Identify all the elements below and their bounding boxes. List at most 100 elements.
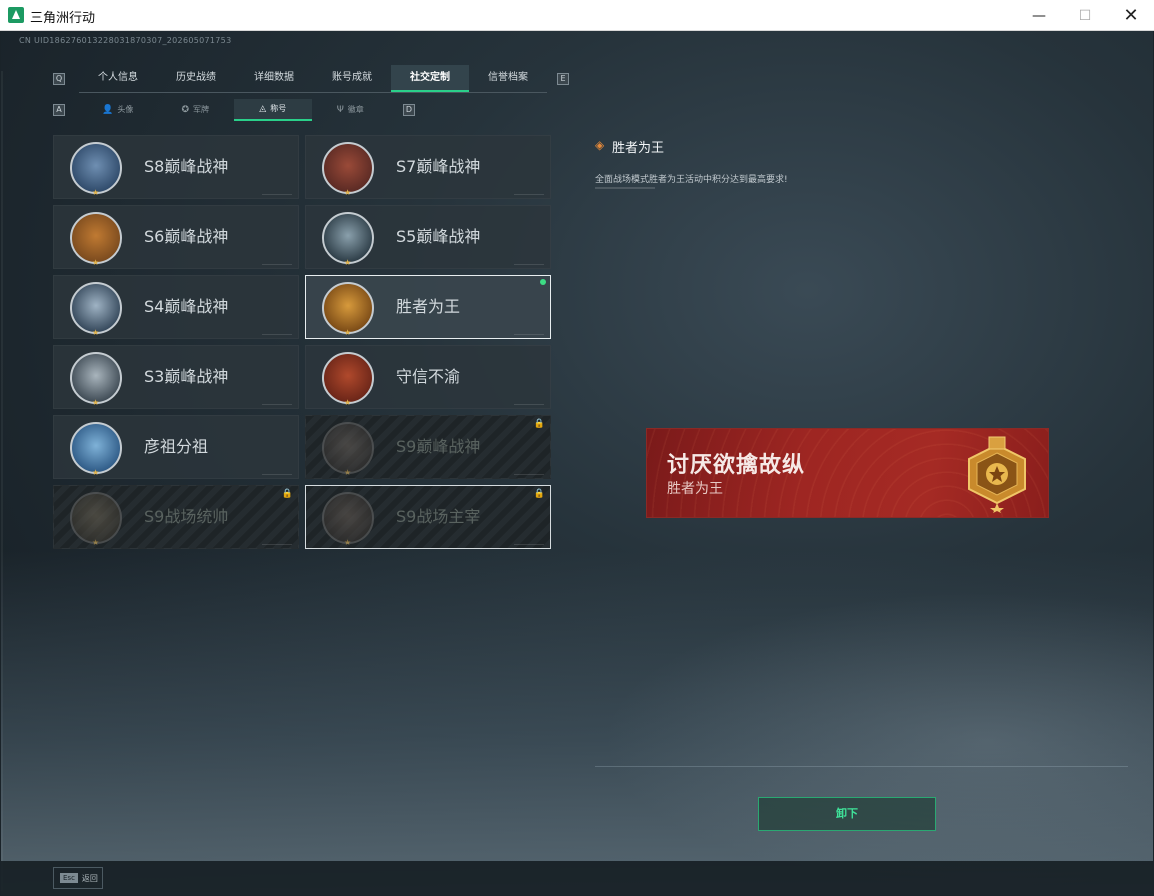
maximize-button[interactable]: ☐ (1062, 0, 1108, 31)
title-card[interactable]: ★ S9战场统帅 🔒 (53, 485, 299, 549)
badge-star-icon: ★ (92, 328, 100, 337)
detail-title: 胜者为王 (612, 141, 665, 156)
title-grid: ★ S8巅峰战神 ★ S7巅峰战神 ★ S6巅峰战神 ★ S5巅峰战神 ★ S4巅峰战神 ★ 胜者为王… (53, 135, 553, 551)
frame-line (1, 71, 3, 891)
window-titlebar: 三角洲行动 — ☐ ✕ (0, 0, 1154, 31)
card-corner-decoration (262, 544, 292, 545)
title-card-name: S9战场主宰 (396, 507, 481, 526)
detail-divider (595, 766, 1128, 767)
card-corner-decoration (514, 194, 544, 195)
s8-peak-badge-icon (70, 142, 122, 194)
title-card[interactable]: ★ 彦祖分祖 (53, 415, 299, 479)
background-fog-highlight (601, 591, 1153, 891)
badge-star-icon: ★ (92, 258, 100, 267)
tab-2[interactable]: 详细数据 (235, 65, 313, 92)
lock-icon: 🔒 (281, 489, 293, 499)
tab-1[interactable]: 历史战绩 (157, 65, 235, 92)
prev-tab-key-hint[interactable]: Q (53, 73, 65, 85)
subtab-label: 徽章 (347, 105, 364, 114)
tab-4[interactable]: 社交定制 (391, 65, 469, 92)
subtab-1[interactable]: ✪ 军牌 (157, 99, 235, 121)
s6-peak-badge-icon (70, 212, 122, 264)
esc-key-hint: Esc (60, 873, 78, 883)
main-tab-row: Q 个人信息 历史战绩 详细数据 账号成就 社交定制 信誉档案 E (53, 65, 573, 93)
close-button[interactable]: ✕ (1108, 0, 1154, 31)
card-corner-decoration (514, 544, 544, 545)
title-diamond-icon: ◈ (595, 138, 605, 152)
badge-star-icon: ★ (344, 328, 352, 337)
tab-5[interactable]: 信誉档案 (469, 65, 547, 92)
badge-star-icon: ★ (344, 468, 352, 477)
title-card[interactable]: ★ S4巅峰战神 (53, 275, 299, 339)
title-card-name: 胜者为王 (396, 297, 461, 316)
tab-0[interactable]: 个人信息 (79, 65, 157, 92)
yanzu-badge-icon (70, 422, 122, 474)
card-corner-decoration (514, 404, 544, 405)
s7-peak-badge-icon (322, 142, 374, 194)
title-card[interactable]: ★ S9战场主宰 🔒 (305, 485, 551, 549)
subtab-label: 称号 (270, 104, 287, 113)
badge-star-icon: ★ (344, 258, 352, 267)
card-corner-decoration (514, 334, 544, 335)
title-card-name: 守信不渝 (396, 367, 461, 386)
subtab-label: 头像 (117, 105, 134, 114)
back-button[interactable]: Esc 返回 (53, 867, 103, 889)
subtab-0[interactable]: 👤 头像 (79, 99, 157, 121)
app-logo-icon (8, 7, 24, 23)
unequip-button[interactable]: 卸下 (758, 797, 936, 831)
title-card-name: S8巅峰战神 (144, 157, 229, 176)
badge-star-icon: ★ (344, 538, 352, 547)
bottom-bar: Esc 返回 (1, 861, 1153, 895)
tab-3[interactable]: 账号成就 (313, 65, 391, 92)
badge-icon: Ψ (336, 105, 344, 115)
lock-icon: 🔒 (533, 419, 545, 429)
s3-peak-badge-icon (70, 352, 122, 404)
back-label: 返回 (81, 873, 98, 883)
main-tabs: 个人信息 历史战绩 详细数据 账号成就 社交定制 信誉档案 (79, 65, 547, 93)
s9-peak-badge-icon (322, 422, 374, 474)
nameplate-player-name: 讨厌欲擒故纵 (667, 453, 806, 478)
title-card[interactable]: ★ S6巅峰战神 (53, 205, 299, 269)
card-corner-decoration (514, 264, 544, 265)
subtab-label: 军牌 (193, 105, 210, 114)
title-card-name: S4巅峰战神 (144, 297, 229, 316)
card-corner-decoration (262, 334, 292, 335)
nameplate-title: 胜者为王 (667, 481, 723, 497)
prev-subtab-key-hint[interactable]: A (53, 104, 65, 116)
title-card[interactable]: ★ S5巅峰战神 (305, 205, 551, 269)
next-tab-key-hint[interactable]: E (557, 73, 569, 85)
lock-icon: 🔒 (533, 489, 545, 499)
badge-star-icon: ★ (92, 538, 100, 547)
winner-medal-icon (968, 436, 1026, 513)
sub-tabs: 👤 头像 ✪ 军牌 ◬ 称号 Ψ 徽章 (79, 99, 389, 121)
s9-dominator-badge-icon (322, 492, 374, 544)
window-title: 三角洲行动 (30, 11, 96, 26)
person-icon: 👤 (102, 105, 114, 115)
minimize-button[interactable]: — (1016, 0, 1062, 31)
badge-star-icon: ★ (92, 398, 100, 407)
title-card[interactable]: ★ 胜者为王 (305, 275, 551, 339)
card-corner-decoration (262, 404, 292, 405)
keep-faith-badge-icon (322, 352, 374, 404)
title-card-name: 彦祖分祖 (144, 437, 209, 456)
card-corner-decoration (262, 264, 292, 265)
nameplate-preview: 讨厌欲擒故纵 胜者为王 (646, 428, 1049, 518)
card-corner-decoration (262, 474, 292, 475)
title-card[interactable]: ★ S9巅峰战神 🔒 (305, 415, 551, 479)
subtab-3[interactable]: Ψ 徽章 (312, 99, 390, 121)
detail-underline (595, 187, 655, 189)
detail-description: 全面战场模式胜者为王活动中积分达到最高要求! (595, 175, 788, 185)
title-card[interactable]: ★ 守信不渝 (305, 345, 551, 409)
dogtag-icon: ✪ (181, 105, 190, 115)
badge-star-icon: ★ (344, 398, 352, 407)
s5-peak-badge-icon (322, 212, 374, 264)
title-card[interactable]: ★ S3巅峰战神 (53, 345, 299, 409)
title-card-name: S3巅峰战神 (144, 367, 229, 386)
uid-label: CN UID1862760132280318703​07_20260507175… (19, 36, 232, 45)
title-card[interactable]: ★ S7巅峰战神 (305, 135, 551, 199)
next-subtab-key-hint[interactable]: D (403, 104, 415, 116)
badge-star-icon: ★ (92, 188, 100, 197)
title-card[interactable]: ★ S8巅峰战神 (53, 135, 299, 199)
card-corner-decoration (514, 474, 544, 475)
subtab-2[interactable]: ◬ 称号 (234, 99, 312, 121)
